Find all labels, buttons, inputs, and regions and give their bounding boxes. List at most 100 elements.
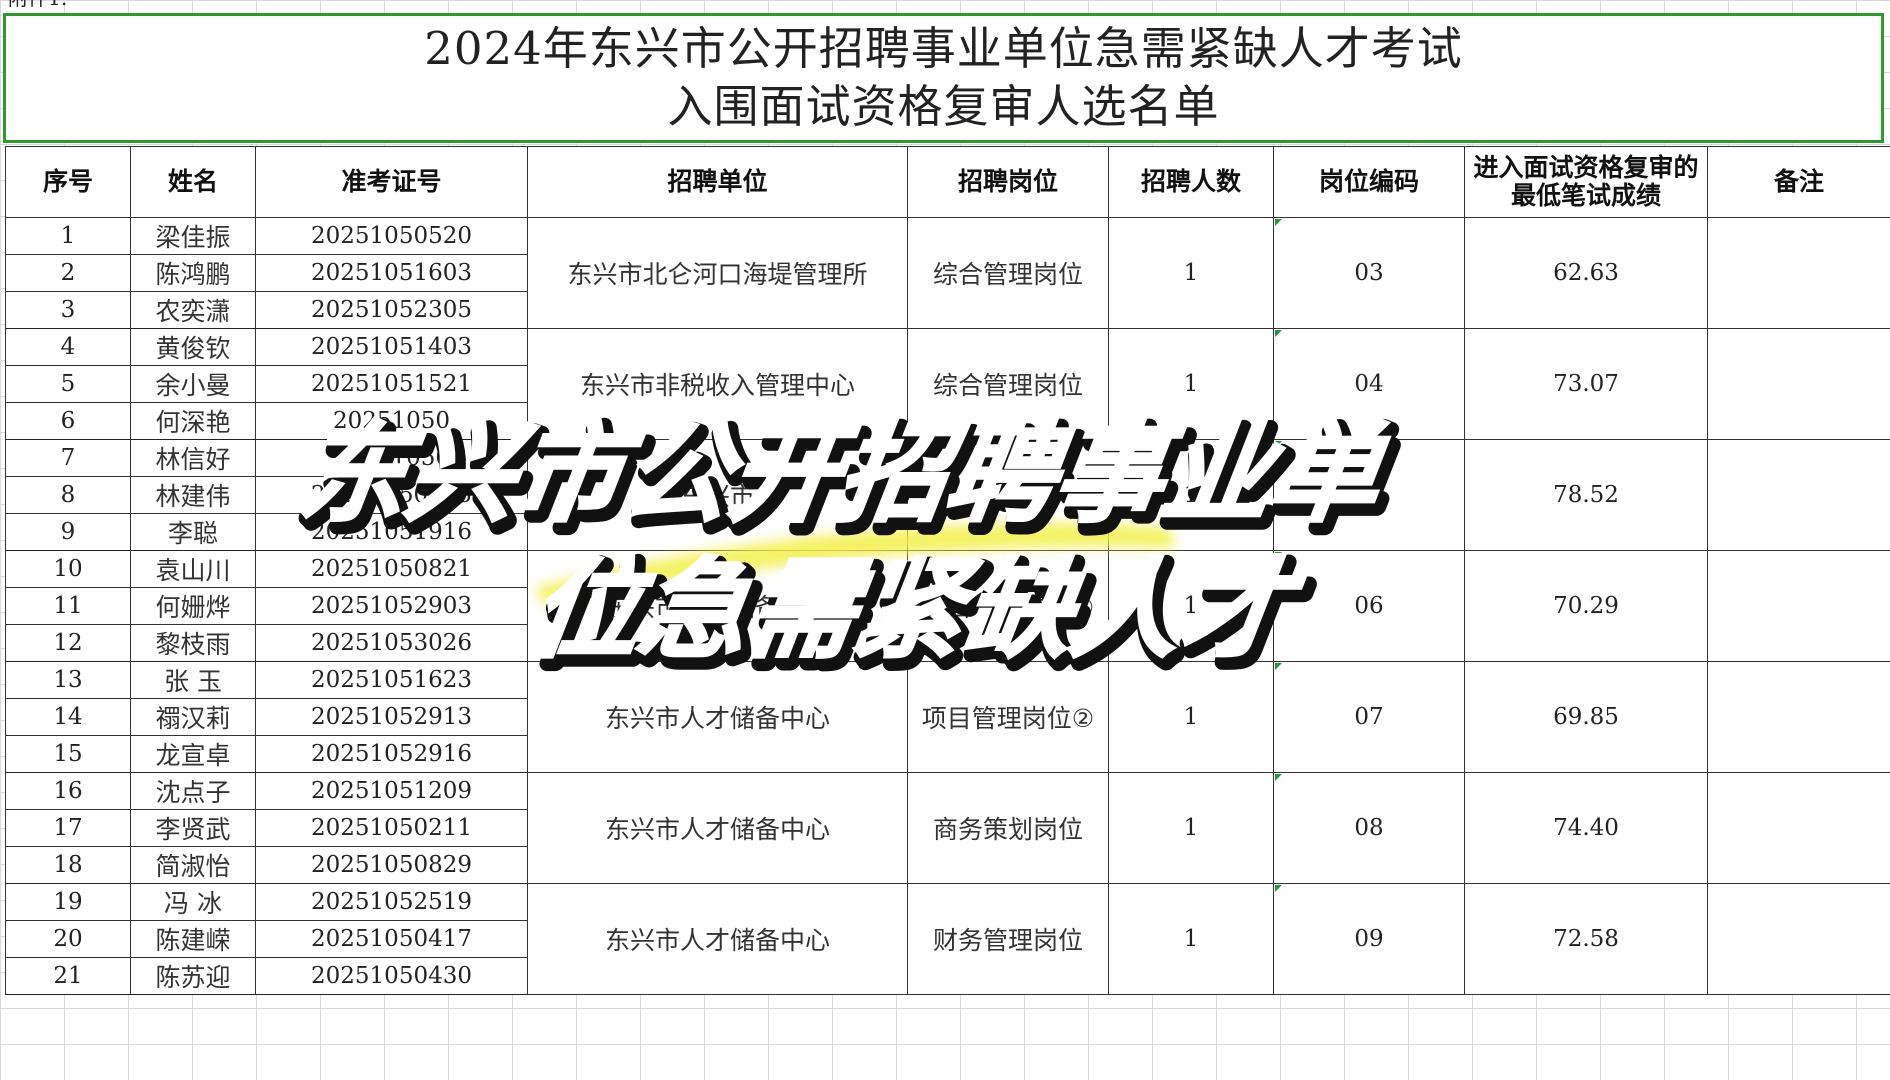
- cell-seq[interactable]: 14: [5, 698, 131, 736]
- cell-seq[interactable]: 7: [5, 439, 131, 477]
- cell-remark[interactable]: [1707, 772, 1890, 884]
- cell-remark[interactable]: [1707, 217, 1890, 329]
- cell-remark[interactable]: [1707, 550, 1890, 662]
- cell-name[interactable]: 简淑怡: [130, 846, 256, 884]
- cell-unit[interactable]: 东兴市: [527, 439, 908, 551]
- cell-unit[interactable]: 东兴市人才储备中心: [527, 661, 908, 773]
- cell-remark[interactable]: [1707, 883, 1890, 995]
- cell-seq[interactable]: 8: [5, 476, 131, 514]
- col-header-code[interactable]: 岗位编码: [1273, 146, 1465, 218]
- cell-ticket[interactable]: 20251050315: [255, 476, 528, 514]
- cell-code[interactable]: 04: [1273, 328, 1465, 440]
- cell-count[interactable]: 1: [1108, 439, 1274, 551]
- cell-remark[interactable]: [1707, 439, 1890, 551]
- cell-remark[interactable]: [1707, 661, 1890, 773]
- cell-seq[interactable]: 17: [5, 809, 131, 847]
- col-header-remark[interactable]: 备注: [1707, 146, 1890, 218]
- cell-name[interactable]: 黄俊钦: [130, 328, 256, 366]
- cell-ticket[interactable]: 20251050211: [255, 809, 528, 847]
- cell-seq[interactable]: 21: [5, 957, 131, 995]
- cell-seq[interactable]: 20: [5, 920, 131, 958]
- cell-ticket[interactable]: 20251051521: [255, 365, 528, 403]
- cell-count[interactable]: 1: [1108, 661, 1274, 773]
- cell-ticket[interactable]: 20251050821: [255, 550, 528, 588]
- col-header-name[interactable]: 姓名: [130, 146, 256, 218]
- cell-min-score[interactable]: 62.63: [1464, 217, 1708, 329]
- cell-post[interactable]: 项目管理岗位②: [907, 661, 1109, 773]
- cell-ticket[interactable]: 20251050430: [255, 957, 528, 995]
- cell-name[interactable]: 何姗烨: [130, 587, 256, 625]
- cell-post[interactable]: 综合管理岗位: [907, 217, 1109, 329]
- cell-seq[interactable]: 4: [5, 328, 131, 366]
- cell-name[interactable]: 林信好: [130, 439, 256, 477]
- cell-count[interactable]: 1: [1108, 883, 1274, 995]
- cell-ticket[interactable]: 20251050520: [255, 217, 528, 255]
- cell-seq[interactable]: 19: [5, 883, 131, 921]
- cell-unit[interactable]: 东兴市北仑河口海堤管理所: [527, 217, 908, 329]
- cell-name[interactable]: 陈建嵘: [130, 920, 256, 958]
- cell-seq[interactable]: 6: [5, 402, 131, 440]
- cell-min-score[interactable]: 72.58: [1464, 883, 1708, 995]
- cell-post[interactable]: 商务策划岗位: [907, 772, 1109, 884]
- cell-ticket[interactable]: 20251051403: [255, 328, 528, 366]
- cell-seq[interactable]: 5: [5, 365, 131, 403]
- cell-post[interactable]: 综合: [907, 439, 1109, 551]
- col-header-ticket[interactable]: 准考证号: [255, 146, 528, 218]
- cell-code[interactable]: 03: [1273, 217, 1465, 329]
- cell-name[interactable]: 李聪: [130, 513, 256, 551]
- cell-unit[interactable]: 东兴市人才储备中心: [527, 550, 908, 662]
- cell-min-score[interactable]: 78.52: [1464, 439, 1708, 551]
- cell-ticket[interactable]: 20251050417: [255, 920, 528, 958]
- cell-seq[interactable]: 16: [5, 772, 131, 810]
- cell-min-score[interactable]: 73.07: [1464, 328, 1708, 440]
- cell-min-score[interactable]: 70.29: [1464, 550, 1708, 662]
- cell-name[interactable]: 余小曼: [130, 365, 256, 403]
- cell-ticket[interactable]: 20251053026: [255, 624, 528, 662]
- cell-ticket[interactable]: 20251050: [255, 439, 528, 477]
- col-header-unit[interactable]: 招聘单位: [527, 146, 908, 218]
- cell-code[interactable]: 07: [1273, 661, 1465, 773]
- cell-remark[interactable]: [1707, 328, 1890, 440]
- col-header-post[interactable]: 招聘岗位: [907, 146, 1109, 218]
- cell-seq[interactable]: 9: [5, 513, 131, 551]
- cell-seq[interactable]: 10: [5, 550, 131, 588]
- col-header-seq[interactable]: 序号: [5, 146, 131, 218]
- col-header-count[interactable]: 招聘人数: [1108, 146, 1274, 218]
- cell-name[interactable]: 陈鸿鹏: [130, 254, 256, 292]
- cell-unit[interactable]: 东兴市人才储备中心: [527, 883, 908, 995]
- cell-code[interactable]: 06: [1273, 550, 1465, 662]
- cell-ticket[interactable]: 20251052916: [255, 735, 528, 773]
- cell-ticket[interactable]: 20251052305: [255, 291, 528, 329]
- cell-count[interactable]: 1: [1108, 550, 1274, 662]
- cell-code[interactable]: 05: [1273, 439, 1465, 551]
- cell-unit[interactable]: 东兴市非税收入管理中心: [527, 328, 908, 440]
- cell-name[interactable]: 沈点子: [130, 772, 256, 810]
- cell-name[interactable]: 何深艳: [130, 402, 256, 440]
- cell-name[interactable]: 龙宣卓: [130, 735, 256, 773]
- cell-name[interactable]: 张 玉: [130, 661, 256, 699]
- cell-ticket[interactable]: 20251051623: [255, 661, 528, 699]
- cell-ticket[interactable]: 20251052519: [255, 883, 528, 921]
- cell-seq[interactable]: 12: [5, 624, 131, 662]
- cell-min-score[interactable]: 74.40: [1464, 772, 1708, 884]
- cell-code[interactable]: 09: [1273, 883, 1465, 995]
- cell-ticket[interactable]: 20251050829: [255, 846, 528, 884]
- cell-name[interactable]: 林建伟: [130, 476, 256, 514]
- cell-seq[interactable]: 18: [5, 846, 131, 884]
- cell-count[interactable]: 1: [1108, 328, 1274, 440]
- cell-post[interactable]: 综合管理岗位: [907, 328, 1109, 440]
- cell-seq[interactable]: 2: [5, 254, 131, 292]
- document-title-box[interactable]: 2024年东兴市公开招聘事业单位急需紧缺人才考试 入围面试资格复审人选名单: [3, 13, 1884, 143]
- cell-code[interactable]: 08: [1273, 772, 1465, 884]
- col-header-min-score[interactable]: 进入面试资格复审的最低笔试成绩: [1464, 146, 1708, 218]
- cell-seq[interactable]: 11: [5, 587, 131, 625]
- cell-ticket[interactable]: 20251052903: [255, 587, 528, 625]
- cell-name[interactable]: 梁佳振: [130, 217, 256, 255]
- cell-name[interactable]: 禤汉莉: [130, 698, 256, 736]
- cell-name[interactable]: 李贤武: [130, 809, 256, 847]
- cell-seq[interactable]: 13: [5, 661, 131, 699]
- cell-unit[interactable]: 东兴市人才储备中心: [527, 772, 908, 884]
- cell-seq[interactable]: 3: [5, 291, 131, 329]
- cell-seq[interactable]: 15: [5, 735, 131, 773]
- cell-name[interactable]: 农奕潇: [130, 291, 256, 329]
